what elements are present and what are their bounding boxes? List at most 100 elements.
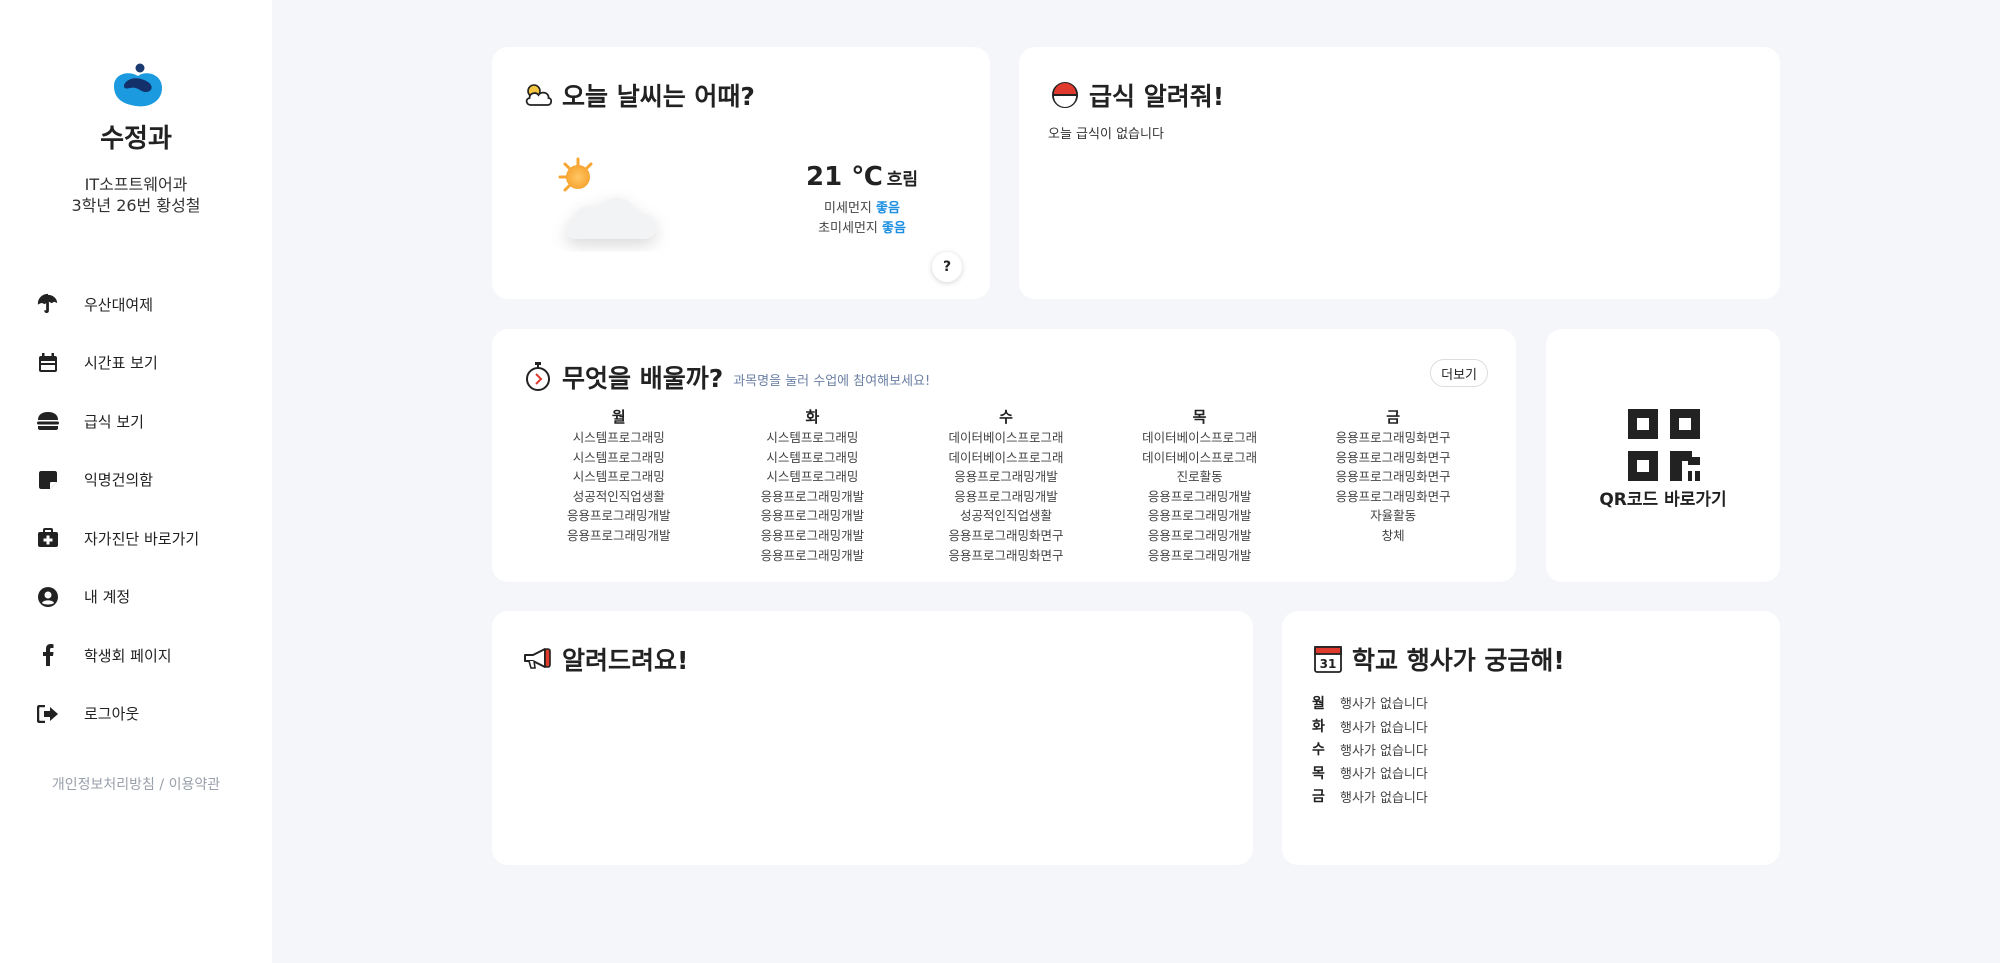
events-title-text: 학교 행사가 궁금해!	[1352, 646, 1565, 675]
qr-code-icon	[1628, 409, 1700, 481]
sidebar-item-label: 급식 보기	[84, 412, 144, 431]
sidebar-item-meal[interactable]: 급식 보기	[0, 392, 272, 451]
pm25-value: 좋음	[882, 221, 906, 236]
pm25-label: 초미세먼지	[818, 221, 878, 236]
note-icon	[36, 468, 60, 492]
timetable-subject[interactable]: 진로활동	[1103, 467, 1297, 487]
timetable-subject[interactable]: 응용프로그래밍개발	[1103, 506, 1297, 526]
timetable-subject[interactable]: 응용프로그래밍개발	[522, 506, 716, 526]
event-day: 목	[1312, 765, 1325, 782]
event-row: 화 행사가 없습니다	[1312, 714, 1428, 737]
sidebar-item-label: 시간표 보기	[84, 354, 158, 373]
policy-links: 개인정보처리방침 / 이용약관	[0, 774, 272, 794]
meal-title-text: 급식 알려줘!	[1089, 82, 1225, 111]
sidebar-item-label: 학생회 페이지	[84, 646, 172, 665]
timetable-subject[interactable]: 데이터베이스프로그래	[1103, 448, 1297, 468]
event-row: 수 행사가 없습니다	[1312, 738, 1428, 761]
timetable-day-header: 금	[1386, 408, 1401, 426]
timetable-subject[interactable]: 시스템프로그래밍	[522, 467, 716, 487]
timetable-subject[interactable]: 응용프로그래밍개발	[716, 506, 910, 526]
timetable-day-header: 월	[611, 408, 626, 426]
notice-title-text: 알려드려요!	[562, 646, 689, 675]
sidebar-item-umbrella[interactable]: 우산대여제	[0, 275, 272, 334]
weather-help-button[interactable]: ?	[932, 252, 962, 282]
user-student-id: 3학년 26번 황성철	[71, 196, 201, 215]
timetable-subject[interactable]: 시스템프로그래밍	[716, 448, 910, 468]
timetable-subject[interactable]: 창체	[1296, 526, 1490, 546]
event-text: 행사가 없습니다	[1340, 720, 1428, 736]
calendar-icon	[36, 351, 60, 375]
timetable-subject[interactable]: 데이터베이스프로그래	[1103, 428, 1297, 448]
timetable-column-tue: 화 시스템프로그래밍 시스템프로그래밍 시스템프로그래밍 응용프로그래밍개발 응…	[716, 406, 910, 565]
timetable-subject[interactable]: 응용프로그래밍개발	[716, 526, 910, 546]
sidebar-item-label: 자가진단 바로가기	[84, 529, 200, 548]
timetable-subject[interactable]: 응용프로그래밍화면구	[1296, 487, 1490, 507]
umbrella-icon	[36, 292, 60, 316]
user-circle-icon	[36, 585, 60, 609]
event-row: 월 행사가 없습니다	[1312, 691, 1428, 714]
temperature-value: 21 ℃	[806, 162, 883, 192]
timetable-subject[interactable]: 응용프로그래밍개발	[716, 487, 910, 507]
timetable-day-header: 수	[999, 408, 1013, 426]
timetable-subject[interactable]: 성공적인직업생활	[909, 506, 1103, 526]
sidebar-item-timetable[interactable]: 시간표 보기	[0, 334, 272, 393]
event-day: 금	[1312, 789, 1325, 806]
timetable-subject[interactable]: 시스템프로그래밍	[716, 467, 910, 487]
facebook-icon	[36, 643, 60, 667]
timetable-subject[interactable]: 응용프로그래밍개발	[1103, 526, 1297, 546]
timetable-card: 무엇을 배울까? 과목명을 눌러 수업에 참여해보세요! 더보기 월 시스템프로…	[492, 329, 1516, 582]
meal-title: 급식 알려줘!	[1049, 77, 1224, 113]
events-list: 월 행사가 없습니다 화 행사가 없습니다 수 행사가 없습니다 목 행사가 없습니다 …	[1312, 691, 1428, 808]
timetable-subject[interactable]: 응용프로그래밍개발	[1103, 487, 1297, 507]
timetable-subject[interactable]: 응용프로그래밍화면구	[909, 546, 1103, 566]
sidebar-item-logout[interactable]: 로그아웃	[0, 685, 272, 744]
timetable-subject[interactable]: 응용프로그래밍화면구	[909, 526, 1103, 546]
timetable-column-mon: 월 시스템프로그래밍 시스템프로그래밍 시스템프로그래밍 성공적인직업생활 응용…	[522, 406, 716, 565]
timetable-subject[interactable]: 응용프로그래밍개발	[522, 526, 716, 546]
timetable-column-fri: 금 응용프로그래밍화면구 응용프로그래밍화면구 응용프로그래밍화면구 응용프로그…	[1296, 406, 1490, 565]
sidebar-item-student-council[interactable]: 학생회 페이지	[0, 626, 272, 685]
timetable-subject[interactable]: 응용프로그래밍개발	[909, 487, 1103, 507]
sidebar-item-self-check[interactable]: 자가진단 바로가기	[0, 509, 272, 568]
timetable-subject[interactable]: 시스템프로그래밍	[522, 448, 716, 468]
event-row: 금 행사가 없습니다	[1312, 785, 1428, 808]
timetable-subject[interactable]: 시스템프로그래밍	[716, 428, 910, 448]
timetable-subject[interactable]: 시스템프로그래밍	[522, 428, 716, 448]
timetable-subject[interactable]: 데이터베이스프로그래	[909, 428, 1103, 448]
timetable-grid: 월 시스템프로그래밍 시스템프로그래밍 시스템프로그래밍 성공적인직업생활 응용…	[522, 406, 1490, 565]
user-info: IT소프트웨어과 3학년 26번 황성철	[0, 174, 272, 216]
weather-title: 오늘 날씨는 어때?	[522, 77, 755, 113]
timetable-subject[interactable]: 자율활동	[1296, 506, 1490, 526]
svg-text:31: 31	[1320, 657, 1337, 671]
sidebar-item-account[interactable]: 내 계정	[0, 568, 272, 627]
timetable-subject[interactable]: 응용프로그래밍화면구	[1296, 467, 1490, 487]
timetable-subject[interactable]: 응용프로그래밍개발	[1103, 546, 1297, 566]
event-day: 수	[1312, 742, 1325, 759]
event-day: 화	[1312, 719, 1325, 736]
weather-title-text: 오늘 날씨는 어때?	[562, 82, 755, 111]
terms-link[interactable]: 이용약관	[169, 777, 221, 793]
burger-icon	[36, 409, 60, 433]
timetable-subject[interactable]: 데이터베이스프로그래	[909, 448, 1103, 468]
air-quality: 미세먼지 좋음 초미세먼지 좋음	[762, 199, 962, 239]
sidebar-item-suggestion[interactable]: 익명건의함	[0, 451, 272, 510]
timetable-subject[interactable]: 응용프로그래밍화면구	[1296, 448, 1490, 468]
timetable-subject[interactable]: 응용프로그래밍화면구	[1296, 428, 1490, 448]
privacy-policy-link[interactable]: 개인정보처리방침	[52, 777, 155, 793]
pm10-value: 좋음	[876, 201, 900, 216]
meal-card: 급식 알려줘! 오늘 급식이 없습니다	[1019, 47, 1780, 299]
notice-card: 알려드려요!	[492, 611, 1253, 865]
pm10-label: 미세먼지	[824, 201, 872, 216]
medical-kit-icon	[36, 526, 60, 550]
timetable-subject[interactable]: 성공적인직업생활	[522, 487, 716, 507]
sidebar: 수정과 IT소프트웨어과 3학년 26번 황성철 우산대여제 시간표 보기 급식…	[0, 0, 272, 963]
timetable-subject[interactable]: 응용프로그래밍개발	[716, 546, 910, 566]
event-text: 행사가 없습니다	[1340, 767, 1428, 783]
event-text: 행사가 없습니다	[1340, 697, 1428, 713]
qr-shortcut-card[interactable]: QR코드 바로가기	[1546, 329, 1780, 582]
timetable-more-button[interactable]: 더보기	[1430, 359, 1488, 387]
policy-separator: /	[154, 777, 169, 793]
logo-icon	[114, 63, 162, 107]
pm25-row: 초미세먼지 좋음	[762, 219, 962, 239]
timetable-subject[interactable]: 응용프로그래밍개발	[909, 467, 1103, 487]
